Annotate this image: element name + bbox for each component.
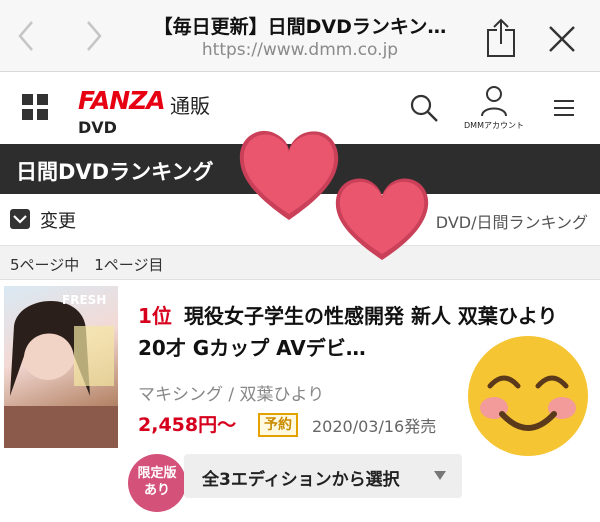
account-icon <box>481 86 507 117</box>
change-button[interactable]: 変更 <box>40 207 76 233</box>
limited-badge-line1: 限定版 <box>137 466 177 481</box>
svg-text:FRESH: FRESH <box>62 293 106 307</box>
hamburger-icon[interactable] <box>552 98 576 118</box>
browser-bar: 【毎日更新】日間DVDランキン… https://www.dmm.co.jp <box>0 0 600 72</box>
menu-grid-icon[interactable] <box>22 94 48 120</box>
url-bar[interactable]: https://www.dmm.co.jp <box>120 40 480 60</box>
fanza-logo[interactable]: FANZA 通販 DVD <box>78 86 210 137</box>
checkbox-icon[interactable] <box>10 209 30 229</box>
limited-edition-badge: 限定版 あり <box>128 454 186 512</box>
thumbnail-image: FRESH <box>4 293 118 448</box>
edition-select[interactable]: 全3エディションから選択 <box>184 454 462 498</box>
back-icon[interactable] <box>12 18 42 54</box>
logo-subtitle: 通販 <box>170 94 210 118</box>
reservation-badge: 予約 <box>258 413 298 437</box>
heart-sticker <box>239 130 339 220</box>
ranking-title: 日間DVDランキング <box>16 160 214 184</box>
logo-text: FANZA <box>78 86 166 115</box>
pagination-info: 5ページ中 1ページ目 <box>0 246 600 280</box>
limited-badge-line2: あり <box>143 483 170 498</box>
page-title: 【毎日更新】日間DVDランキン… <box>153 16 447 38</box>
price-label: 2,458円〜 <box>138 414 237 436</box>
pagination-text: 5ページ中 1ページ目 <box>10 256 164 274</box>
close-icon[interactable] <box>545 22 579 56</box>
edition-select-label: 全3エディションから選択 <box>202 470 400 490</box>
product-thumbnail[interactable]: FRESH <box>4 286 118 448</box>
breadcrumb[interactable]: DVD/日間ランキング <box>436 209 588 233</box>
share-icon[interactable] <box>480 16 522 58</box>
heart-sticker <box>335 178 429 260</box>
rank-label: 1位 <box>138 304 172 328</box>
account-button[interactable]: DMMアカウント <box>462 84 526 134</box>
release-date: 2020/03/16発売 <box>312 417 437 436</box>
search-icon[interactable] <box>408 92 440 124</box>
dropdown-arrow-icon <box>434 471 446 480</box>
maker-label[interactable]: マキシング / 双葉ひより <box>138 380 324 405</box>
account-label: DMMアカウント <box>464 121 524 130</box>
forward-icon[interactable] <box>78 18 108 54</box>
smiley-sticker <box>468 336 588 456</box>
section-label: DVD <box>78 118 117 137</box>
